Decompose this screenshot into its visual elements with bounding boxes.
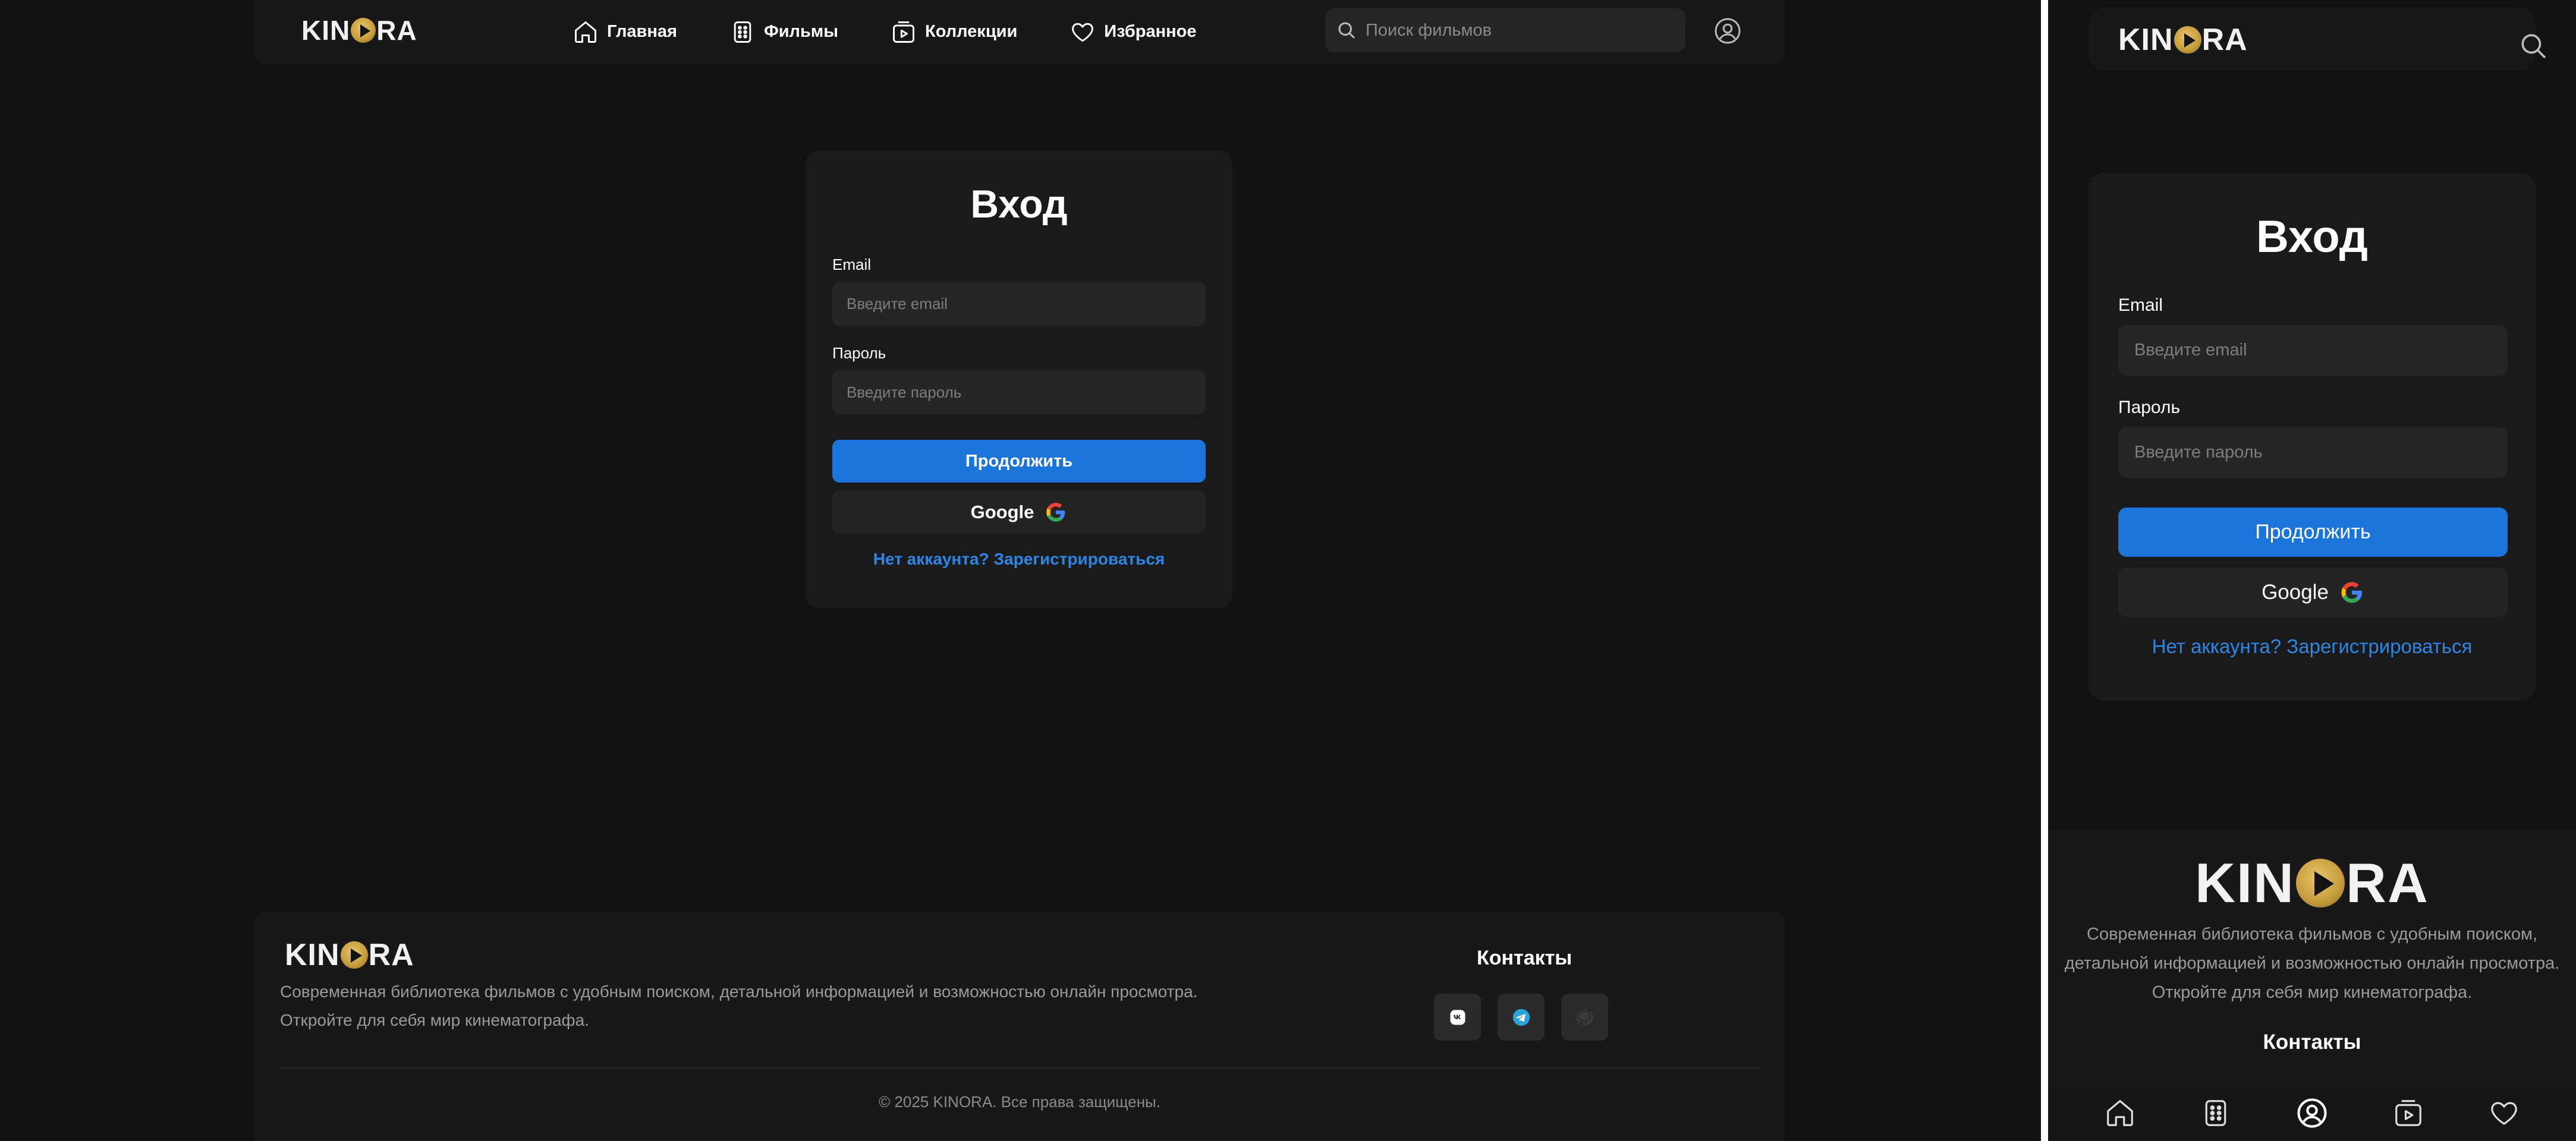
password-label: Пароль: [2118, 398, 2181, 417]
footer-description-line: Современная библиотека фильмов с удобным…: [280, 982, 1198, 1001]
logo-suffix: RA: [2346, 852, 2429, 914]
copyright: © 2025 KINORA. Все права защищены.: [879, 1093, 1160, 1111]
register-link[interactable]: Нет аккаунта? Зарегистрироваться: [806, 550, 1232, 569]
footer-logo[interactable]: KIN RA: [285, 937, 414, 973]
google-label: Google: [970, 502, 1034, 522]
password-field[interactable]: [2118, 427, 2508, 478]
mobile-footer-description: Современная библиотека фильмов с удобным…: [2064, 925, 2560, 1002]
search-icon: [1338, 22, 1355, 39]
bottom-nav-films[interactable]: [2198, 1096, 2233, 1130]
telegram-link[interactable]: [1498, 994, 1545, 1041]
mobile-contacts-title: Контакты: [2263, 1030, 2361, 1054]
film-icon: [734, 21, 751, 43]
mobile-view: KIN RA Вход Email Пароль Продолжить Googl…: [2048, 0, 2576, 1141]
password-field[interactable]: [832, 371, 1206, 414]
mobile-login-card: Вход Email Пароль Продолжить Google Нет …: [2089, 173, 2536, 701]
bottom-nav-home[interactable]: [2103, 1096, 2137, 1130]
user-icon: [2297, 1098, 2327, 1128]
play-logo-icon: [2296, 859, 2345, 907]
telegram-icon: [1512, 1008, 1530, 1026]
film-icon: [2206, 1100, 2226, 1126]
search-box: [1325, 8, 1685, 52]
email-label: Email: [2118, 295, 2163, 315]
logo-prefix: KIN: [2195, 852, 2295, 914]
heart-icon: [1072, 23, 1094, 42]
nav-item-films[interactable]: Фильмы: [729, 19, 838, 45]
email-label: Email: [832, 256, 872, 273]
nav-label-films: Фильмы: [763, 22, 839, 41]
logo[interactable]: KIN RA: [301, 14, 417, 46]
search-input[interactable]: [1366, 20, 1675, 40]
mobile-bottom-nav: [2048, 1085, 2576, 1141]
google-login-button[interactable]: Google: [832, 491, 1206, 534]
google-icon: [2341, 582, 2362, 603]
play-logo-icon: [2174, 26, 2201, 53]
login-title: Вход: [2256, 212, 2368, 262]
collection-icon: [893, 21, 914, 43]
register-link[interactable]: Нет аккаунта? Зарегистрироваться: [2089, 635, 2536, 658]
nav-label-collections: Коллекции: [925, 22, 1018, 41]
footer-description: Современная библиотека фильмов с удобным…: [280, 978, 1255, 1035]
logo-text: KIN RA: [301, 14, 417, 46]
bottom-nav-collections[interactable]: [2391, 1096, 2426, 1130]
mobile-logo-suffix: RA: [2201, 23, 2248, 57]
play-logo-icon: [351, 18, 376, 43]
mobile-footer-logo[interactable]: KIN RA: [2048, 851, 2576, 915]
footer: KIN RA Современная библиотека фильмов с у…: [254, 911, 1785, 1141]
github-icon: [1576, 1008, 1593, 1026]
login-card: Вход Email Пароль Продолжить Google Нет …: [806, 150, 1232, 608]
footer-logo-text: KIN RA: [285, 937, 414, 973]
continue-button[interactable]: Продолжить: [832, 440, 1206, 483]
vk-link[interactable]: [1434, 994, 1481, 1041]
play-logo-icon: [340, 941, 368, 969]
footer-logo-suffix: RA: [368, 938, 414, 972]
bottom-nav-favorites[interactable]: [2487, 1096, 2521, 1130]
footer-divider: [280, 1067, 1760, 1068]
desktop-view: KIN RA Главная Фильмы Коллекции Избранное: [0, 0, 2041, 1141]
github-link[interactable]: [1561, 994, 1608, 1041]
search-icon[interactable]: [2518, 31, 2548, 61]
home-icon: [2106, 1100, 2133, 1126]
vk-icon: [1450, 1010, 1465, 1025]
nav-item-home[interactable]: Главная: [573, 19, 677, 45]
nav-item-collections[interactable]: Коллекции: [891, 19, 1017, 45]
nav-item-favorites[interactable]: Избранное: [1070, 19, 1196, 45]
logo-suffix: RA: [376, 15, 417, 46]
header: KIN RA Главная Фильмы Коллекции Избранное: [254, 0, 1785, 64]
bottom-nav-profile[interactable]: [2295, 1096, 2329, 1130]
mobile-logo-prefix: KIN: [2118, 23, 2174, 57]
mobile-header: KIN RA: [2089, 7, 2546, 71]
user-icon[interactable]: [1713, 17, 1742, 45]
continue-button[interactable]: Продолжить: [2118, 508, 2508, 557]
password-label: Пароль: [832, 344, 886, 362]
mobile-footer-logo-text: KIN RA: [2195, 851, 2429, 915]
email-field[interactable]: [832, 282, 1206, 326]
mobile-logo-text: KIN RA: [2118, 22, 2248, 58]
email-field[interactable]: [2118, 325, 2508, 376]
google-icon: [1046, 503, 1065, 522]
google-login-button[interactable]: Google: [2118, 568, 2508, 617]
nav-label-home: Главная: [607, 22, 677, 41]
nav-label-favorites: Избранное: [1104, 22, 1197, 41]
collection-icon: [2395, 1100, 2421, 1126]
home-icon: [575, 21, 596, 43]
mobile-logo[interactable]: KIN RA: [2118, 22, 2248, 58]
logo-prefix: KIN: [301, 15, 351, 46]
heart-icon: [2491, 1102, 2517, 1125]
viewport-divider: [2041, 0, 2048, 1141]
contacts-title: Контакты: [1477, 947, 1572, 969]
social-links: [1434, 994, 1608, 1041]
footer-logo-prefix: KIN: [285, 938, 340, 972]
google-label: Google: [2262, 580, 2329, 604]
main-nav: Главная Фильмы Коллекции Избранное: [573, 0, 1248, 64]
login-title: Вход: [970, 182, 1068, 226]
footer-description-line: Откройте для себя мир кинематографа.: [280, 1011, 589, 1029]
